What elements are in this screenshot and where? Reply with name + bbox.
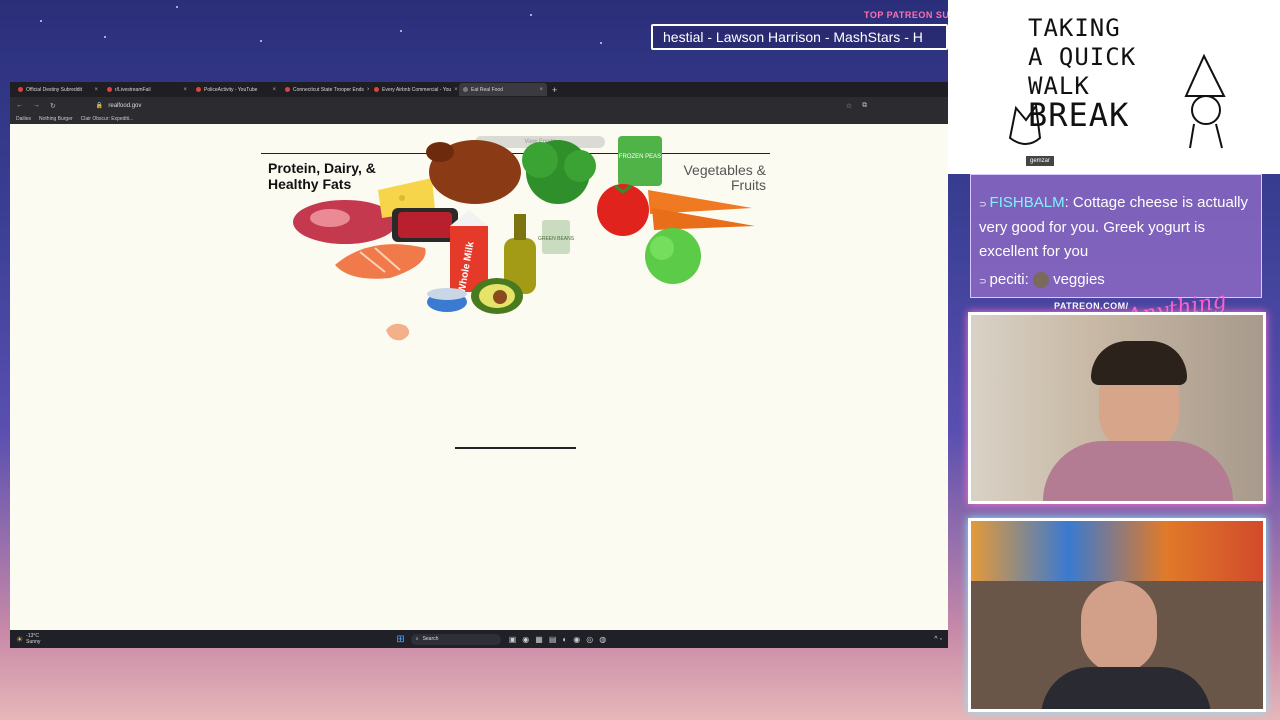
chat-message: ⊃ FISHBALM: Cottage cheese is actually ve… (979, 194, 1249, 260)
star (260, 40, 262, 42)
tab-eat-real-food[interactable]: Eat Real Food × (459, 83, 547, 96)
close-icon[interactable]: × (454, 87, 458, 93)
roast-chicken-icon[interactable] (426, 140, 521, 204)
taskbar-app-icons[interactable]: ▣◉▦▤◐◉◎◍ (509, 635, 612, 644)
tab-label: r/LivestreamFail (115, 86, 151, 93)
carrots-icon[interactable] (648, 190, 755, 230)
star (176, 6, 178, 8)
tuna-can-icon[interactable] (427, 288, 467, 312)
tab-destiny[interactable]: Official Destiny Subreddit × (14, 83, 102, 96)
search-icon: ⌕ (415, 636, 419, 642)
chat-badge-icon: ⊃ (979, 199, 987, 209)
frozen-peas-icon[interactable]: FROZEN PEAS (618, 136, 662, 186)
streamer-shirt (1043, 441, 1233, 501)
browser-window: Official Destiny Subreddit × r/Livestream… (10, 82, 948, 648)
weather-widget[interactable]: -13°C Sunny (26, 633, 40, 645)
windows-start-icon[interactable]: ⊞ (396, 634, 404, 645)
walk-line: TAKING (1028, 14, 1121, 42)
tab-airbnb[interactable]: Every Airbnb Commercial - You × (370, 83, 458, 96)
new-tab-button[interactable]: + (552, 85, 557, 95)
shrimp-icon[interactable] (386, 323, 410, 341)
bookmark-item[interactable]: Dailies (16, 116, 31, 122)
beans-label: GREEN BEANS (538, 236, 575, 242)
close-icon[interactable]: × (367, 87, 369, 93)
chat-username: FISHBALM (989, 194, 1065, 211)
walk-break-panel: TAKING A QUICK WALK BREAK gemzar (948, 0, 1280, 174)
star (40, 20, 42, 22)
bookmarks-bar: Dailies Nothing Burger Clair Obscur: Exp… (10, 114, 948, 124)
url-text: realfood.gov (108, 102, 142, 109)
back-icon[interactable]: ← (16, 102, 23, 109)
bookmark-item[interactable]: Nothing Burger (39, 116, 73, 122)
mural-background (971, 521, 1263, 581)
gnome-doodle-icon (1184, 53, 1226, 149)
walk-username: gemzar (1026, 156, 1055, 166)
youtube-icon (285, 87, 290, 92)
reddit-icon (107, 87, 112, 92)
chat-badge-icon: ⊃ (979, 276, 987, 286)
chat-panel: ⊃ FISHBALM: Cottage cheese is actually ve… (970, 174, 1262, 298)
cat-doodle-icon (1008, 103, 1042, 145)
chat-text: veggies (1053, 271, 1105, 288)
avocado-icon[interactable] (471, 278, 523, 314)
streamer-hair (1091, 341, 1187, 385)
peas-label: FROZEN PEAS (619, 154, 661, 160)
close-icon[interactable]: × (539, 87, 543, 93)
ground-meat-icon[interactable] (392, 208, 458, 242)
tomato-icon[interactable] (597, 184, 649, 236)
address-bar-row: ← → ↻ 🔒 realfood.gov ☆ ⧉ (10, 97, 948, 114)
tab-label: Every Airbnb Commercial - You (382, 86, 452, 93)
page-icon (463, 87, 468, 92)
webcam-1 (968, 312, 1266, 504)
extensions-icon[interactable]: ⧉ (862, 102, 867, 110)
tab-label: Eat Real Food (471, 86, 503, 93)
guest-shirt (1041, 667, 1211, 709)
weather-icon[interactable]: ☀ (16, 635, 23, 644)
reddit-icon (18, 87, 23, 92)
forward-icon[interactable]: → (33, 102, 40, 109)
patreon-url: PATREON.COM/ (1054, 301, 1129, 311)
url-field[interactable]: 🔒 realfood.gov (96, 100, 836, 111)
tab-connecticut[interactable]: Connecticut State Trooper Ends × (281, 83, 369, 96)
broccoli-icon[interactable] (522, 140, 596, 204)
windows-taskbar: ☀ -13°C Sunny ⊞ ⌕ Search ▣◉▦▤◐◉◎◍ ^ ◦ (10, 630, 948, 648)
bookmark-item[interactable]: Clair Obscur: Expediti... (81, 116, 134, 122)
close-icon[interactable]: × (94, 87, 98, 93)
reload-icon[interactable]: ↻ (50, 102, 56, 110)
search-label: Search (422, 636, 439, 642)
emote-icon (1032, 272, 1049, 289)
star (600, 42, 602, 44)
patreon-ticker: hestial - Lawson Harrison - MashStars - … (651, 24, 948, 50)
tab-label: Official Destiny Subreddit (26, 86, 83, 93)
salmon-icon[interactable] (335, 244, 426, 279)
webcam-2 (968, 518, 1266, 712)
tab-label: Connecticut State Trooper Ends (293, 86, 364, 93)
star (530, 14, 532, 16)
tab-livestreamfail[interactable]: r/LivestreamFail × (103, 83, 191, 96)
system-tray-icon[interactable]: ^ ◦ (934, 636, 942, 643)
star-icon[interactable]: ☆ (846, 102, 852, 110)
food-illustration: Whole Milk GREEN BEANS FROZEN PEAS (293, 136, 755, 341)
lettuce-icon[interactable] (645, 228, 701, 284)
chat-username: peciti (989, 271, 1025, 288)
star (400, 30, 402, 32)
close-icon[interactable]: × (183, 87, 187, 93)
tab-bar: Official Destiny Subreddit × r/Livestream… (10, 82, 948, 97)
green-beans-icon[interactable]: GREEN BEANS (538, 220, 575, 254)
youtube-icon (196, 87, 201, 92)
close-icon[interactable]: × (272, 87, 276, 93)
star (104, 36, 106, 38)
tab-policeactivity[interactable]: PoliceActivity - YouTube × (192, 83, 280, 96)
bottom-divider (455, 447, 576, 449)
guest-face (1081, 581, 1157, 673)
taskbar-search[interactable]: ⌕ Search (410, 633, 501, 645)
lock-icon: 🔒 (95, 103, 104, 109)
walk-line: A QUICK (1028, 43, 1137, 71)
youtube-icon (374, 87, 379, 92)
weather-desc: Sunny (26, 639, 41, 645)
tab-label: PoliceActivity - YouTube (204, 86, 258, 93)
